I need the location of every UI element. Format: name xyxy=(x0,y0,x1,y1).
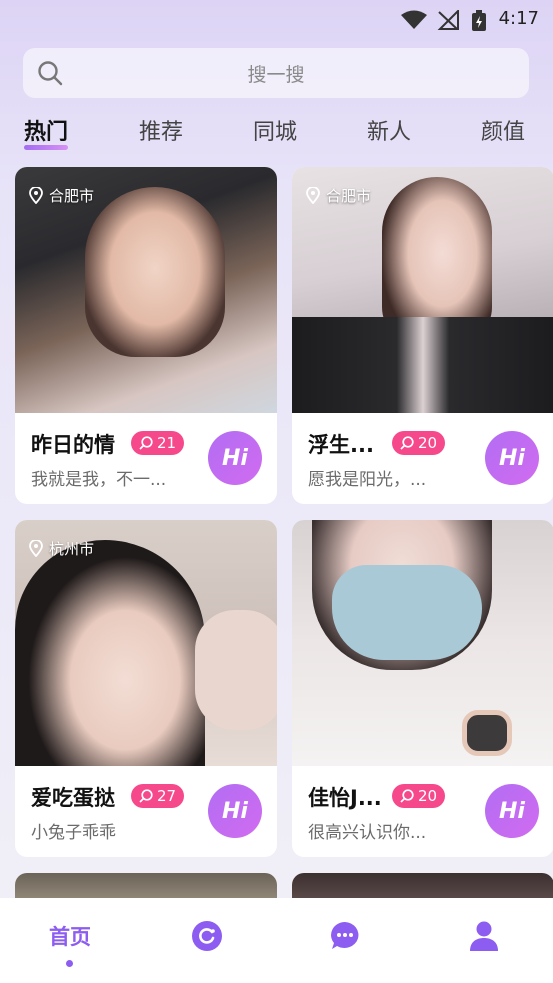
chat-bubble-icon xyxy=(400,436,414,450)
location-text: 合肥市 xyxy=(326,187,372,205)
search-icon xyxy=(38,61,63,86)
tab-label: 新人 xyxy=(367,120,412,145)
tab-looks[interactable]: 颜值 xyxy=(481,114,525,146)
signature: 小兔子乖乖 xyxy=(31,823,116,843)
nav-home[interactable]: 首页 xyxy=(40,916,100,956)
profile-card[interactable]: 佳怡J... 20 很高兴认识你... Hi xyxy=(292,520,553,857)
intimacy-badge: 20 xyxy=(392,784,446,808)
watch-shape xyxy=(462,710,512,756)
portrait-shape xyxy=(15,540,205,766)
hand-shape xyxy=(195,610,277,730)
profile-photo[interactable]: 合肥市 xyxy=(15,167,277,413)
nickname: 昨日的情 xyxy=(31,433,115,457)
tab-label: 推荐 xyxy=(139,120,184,145)
signature: 很高兴认识你... xyxy=(308,823,427,843)
wifi-icon xyxy=(401,10,427,29)
profile-card[interactable]: 合肥市 昨日的情 21 我就是我，不一... Hi xyxy=(15,167,277,504)
tab-label: 热门 xyxy=(24,120,69,145)
nav-home-label: 首页 xyxy=(49,925,91,949)
nav-messages[interactable] xyxy=(315,916,375,956)
chat-bubble-icon xyxy=(139,436,153,450)
signal-off-icon xyxy=(437,10,459,30)
nav-discover[interactable] xyxy=(177,916,237,956)
profile-card[interactable]: 合肥市 浮生... 20 愿我是阳光，... Hi xyxy=(292,167,553,504)
nickname: 浮生... xyxy=(308,433,374,457)
intimacy-badge: 20 xyxy=(392,431,446,455)
mask-shape xyxy=(332,565,482,660)
category-tabs: 热门 推荐 同城 新人 颜值 xyxy=(0,114,553,154)
battery-charging-icon xyxy=(472,10,486,31)
chat-bubble-icon xyxy=(139,789,153,803)
profile-photo[interactable] xyxy=(292,520,553,766)
badge-count: 20 xyxy=(418,434,438,452)
location-pin-icon xyxy=(29,187,43,204)
portrait-shape xyxy=(85,187,225,357)
location-text: 杭州市 xyxy=(49,540,95,558)
location-pin-icon xyxy=(306,187,320,204)
intimacy-badge: 27 xyxy=(131,784,185,808)
profile-photo[interactable]: 合肥市 xyxy=(292,167,553,413)
search-bar[interactable]: 搜一搜 xyxy=(23,48,529,98)
tab-same-city[interactable]: 同城 xyxy=(253,114,297,146)
profile-photo[interactable]: 杭州市 xyxy=(15,520,277,766)
active-indicator-dot xyxy=(66,960,73,967)
profile-card[interactable]: 杭州市 爱吃蛋挞 27 小兔子乖乖 Hi xyxy=(15,520,277,857)
say-hi-button[interactable]: Hi xyxy=(485,784,539,838)
tab-hot[interactable]: 热门 xyxy=(24,114,69,150)
say-hi-button[interactable]: Hi xyxy=(208,431,262,485)
signature: 愿我是阳光，... xyxy=(308,470,427,490)
clock: 4:17 xyxy=(498,8,539,29)
message-icon xyxy=(331,922,359,949)
discover-icon xyxy=(192,921,222,951)
nickname: 爱吃蛋挞 xyxy=(31,786,115,810)
tab-label: 同城 xyxy=(253,120,298,145)
location-text: 合肥市 xyxy=(49,187,95,205)
tab-label: 颜值 xyxy=(481,120,526,145)
tab-newcomers[interactable]: 新人 xyxy=(367,114,411,146)
bottom-nav: 首页 xyxy=(0,898,553,983)
location-pin-icon xyxy=(29,540,43,557)
profile-icon xyxy=(470,921,498,951)
tab-underline xyxy=(24,145,69,150)
nickname: 佳怡J... xyxy=(308,786,382,810)
location-label: 合肥市 xyxy=(306,185,371,206)
say-hi-button[interactable]: Hi xyxy=(208,784,262,838)
badge-count: 20 xyxy=(418,787,438,805)
nav-profile[interactable] xyxy=(454,916,514,956)
say-hi-button[interactable]: Hi xyxy=(485,431,539,485)
tab-recommend[interactable]: 推荐 xyxy=(139,114,183,146)
search-placeholder: 搜一搜 xyxy=(247,63,305,86)
badge-count: 21 xyxy=(157,434,177,452)
badge-count: 27 xyxy=(157,787,177,805)
location-label: 杭州市 xyxy=(29,538,94,559)
status-bar: 4:17 xyxy=(0,0,553,38)
chat-bubble-icon xyxy=(400,789,414,803)
location-label: 合肥市 xyxy=(29,185,94,206)
intimacy-badge: 21 xyxy=(131,431,185,455)
signature: 我就是我，不一... xyxy=(31,470,167,490)
jacket-shape xyxy=(292,317,553,413)
